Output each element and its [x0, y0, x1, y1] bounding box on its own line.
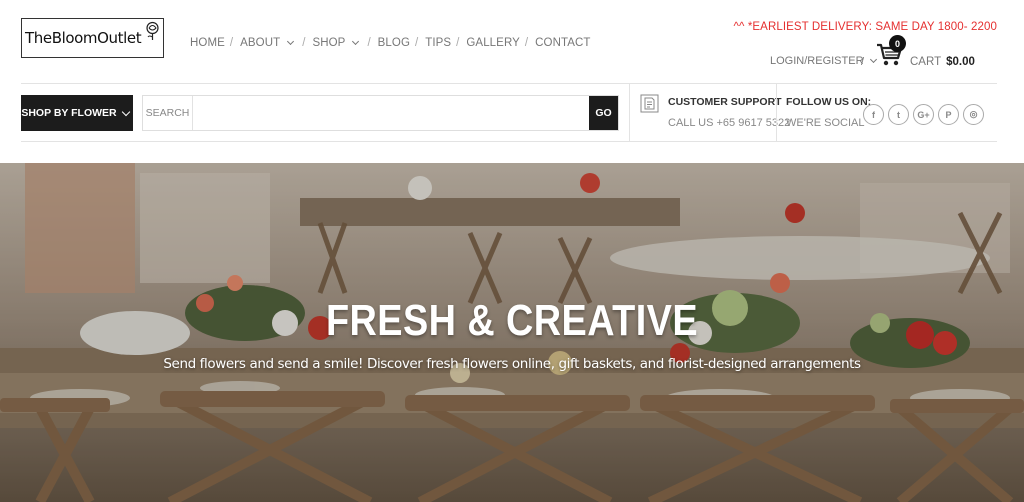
nav-separator: / [524, 37, 529, 49]
cart-total: $0.00 [946, 56, 975, 68]
nav-about[interactable]: ABOUT [240, 37, 297, 49]
nav-blog-label: BLOG [377, 37, 410, 49]
nav-home-label: HOME [190, 37, 225, 49]
google-plus-icon[interactable]: G+ [913, 104, 934, 125]
follow-us-subtitle: WE'RE SOCIAL [786, 117, 865, 129]
hero-banner: FRESH & CREATIVE Send flowers and send a… [0, 163, 1024, 502]
cart-link[interactable]: CART $0.00 [910, 56, 975, 68]
support-phone[interactable]: CALL US +65 9617 5322 [668, 117, 790, 129]
pinterest-icon[interactable]: P [938, 104, 959, 125]
login-register-label: LOGIN/REGISTER [770, 55, 864, 67]
cart-label: CART [910, 56, 941, 68]
header-divider [21, 83, 997, 84]
hero-title: FRESH & CREATIVE [325, 296, 699, 345]
logo-text: TheBloomOutlet [25, 29, 142, 47]
nav-separator: / [456, 37, 460, 49]
nav-separator: / [302, 37, 306, 49]
vertical-divider [776, 84, 777, 141]
shop-by-flower-button[interactable]: SHOP BY FLOWER [21, 95, 133, 131]
vertical-divider [629, 84, 630, 141]
chevron-down-icon [287, 37, 295, 46]
follow-us-title: FOLLOW US ON: [786, 96, 872, 108]
nav-separator: / [415, 37, 419, 49]
shop-by-flower-label: SHOP BY FLOWER [21, 107, 117, 119]
cart-count-badge: 0 [889, 35, 906, 52]
rose-icon [146, 21, 159, 40]
header-bottom-divider [21, 141, 997, 142]
nav-about-label: ABOUT [240, 37, 281, 49]
main-nav: HOME / ABOUT / SHOP / BLOG / TIPS / GALL… [190, 37, 591, 49]
instagram-icon[interactable]: ◎ [963, 104, 984, 125]
nav-shop-label: SHOP [312, 37, 346, 49]
nav-shop[interactable]: SHOP [312, 37, 362, 49]
customer-support-title: CUSTOMER SUPPORT [668, 96, 782, 108]
header-separator: / [861, 56, 865, 68]
nav-gallery[interactable]: GALLERY [466, 37, 520, 49]
search-input[interactable] [193, 96, 589, 130]
facebook-icon[interactable]: f [863, 104, 884, 125]
hero-subtitle: Send flowers and send a smile! Discover … [163, 356, 861, 372]
nav-tips-label: TIPS [425, 37, 452, 49]
nav-contact-label: CONTACT [535, 37, 591, 49]
nav-tips[interactable]: TIPS [425, 37, 451, 49]
search-form: SEARCH GO [142, 95, 619, 131]
nav-contact[interactable]: CONTACT [535, 37, 590, 49]
twitter-icon[interactable]: t [888, 104, 909, 125]
social-links: f t G+ P ◎ [863, 104, 984, 125]
nav-separator: / [367, 37, 371, 49]
search-go-button[interactable]: GO [589, 96, 618, 130]
support-document-icon [640, 94, 659, 113]
chevron-down-icon [352, 37, 360, 46]
nav-gallery-label: GALLERY [466, 37, 520, 49]
search-label: SEARCH [143, 96, 193, 130]
nav-separator: / [229, 37, 234, 49]
nav-home[interactable]: HOME [190, 37, 225, 49]
delivery-notice: ^^ *EARLIEST DELIVERY: SAME DAY 1800- 22… [733, 21, 997, 33]
chevron-down-icon [121, 107, 130, 116]
nav-blog[interactable]: BLOG [378, 37, 410, 49]
site-logo[interactable]: TheBloomOutlet [21, 18, 164, 58]
